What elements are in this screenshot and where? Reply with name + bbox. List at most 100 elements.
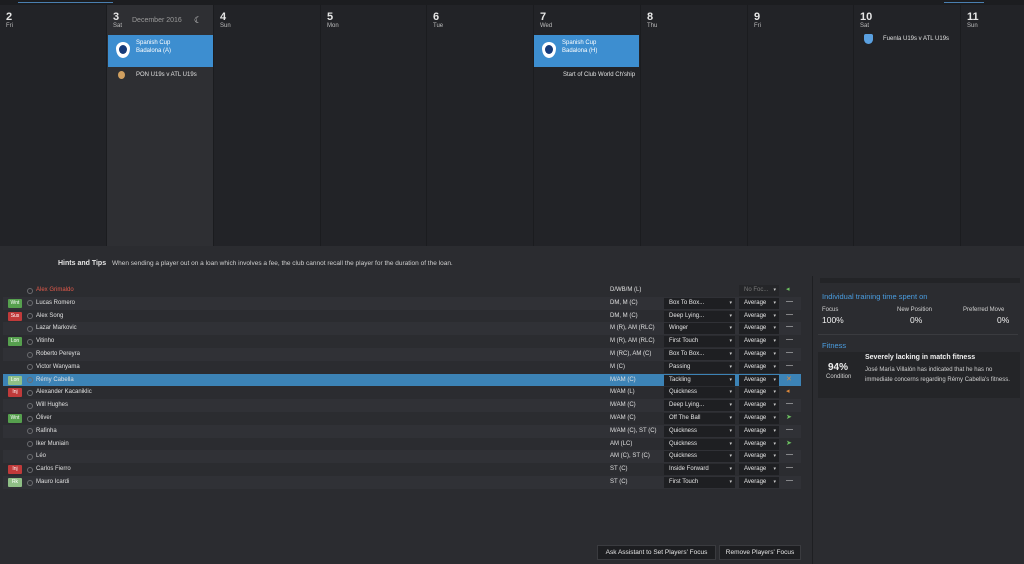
intensity-dropdown[interactable]: No Foc... ▾ <box>739 285 779 296</box>
remove-focus-button[interactable]: Remove Players' Focus <box>719 545 801 560</box>
table-row[interactable]: Wnt Lucas Romero DM, M (C) Box To Box...… <box>3 296 801 310</box>
player-name[interactable]: Lazar Markovic <box>36 325 77 331</box>
table-row[interactable]: Inj Alexander Kacaniklic M/AM (L) Quickn… <box>3 386 801 399</box>
focus-dropdown[interactable]: Passing ▾ <box>664 361 735 373</box>
player-name[interactable]: Alex Song <box>36 313 63 319</box>
ask-assistant-focus-button[interactable]: Ask Assistant to Set Players' Focus <box>597 545 716 560</box>
day-weekday: Mon <box>327 23 339 29</box>
table-row[interactable]: Sus Alex Song DM, M (C) Deep Lying... ▾ A… <box>3 310 801 323</box>
focus-dropdown[interactable]: Tackling ▾ <box>664 374 735 386</box>
intensity-dropdown[interactable]: Average ▾ <box>739 297 779 309</box>
focus-dropdown[interactable]: First Touch ▾ <box>664 477 735 488</box>
intensity-dropdown[interactable]: Average ▾ <box>739 336 779 348</box>
player-name[interactable]: Vitinho <box>36 338 54 344</box>
day-column-2[interactable]: 2 Fri <box>0 5 107 246</box>
month-label: December 2016 <box>132 17 182 24</box>
intensity-dropdown[interactable]: Average ▾ <box>739 323 779 335</box>
player-name[interactable]: Victor Wanyama <box>36 364 80 370</box>
table-row[interactable]: Lazar Markovic M (R), AM (RLC) Winger ▾ A… <box>3 322 801 336</box>
player-name[interactable]: Carlos Fierro <box>36 466 71 472</box>
intensity-dropdown[interactable]: Average ▾ <box>739 451 779 463</box>
event-opponent: Badalona (A) <box>136 48 172 54</box>
player-name[interactable]: Will Hughes <box>36 402 68 408</box>
day-column-4[interactable]: 4 Sun <box>214 5 321 246</box>
focus-dropdown[interactable]: First Touch ▾ <box>664 336 735 348</box>
chevron-down-icon: ▾ <box>729 427 732 434</box>
rating-arrow-icon: ◂ <box>786 286 790 293</box>
hints-text: When sending a player out on a loan whic… <box>112 260 453 267</box>
intensity-dropdown[interactable]: Average ▾ <box>739 464 779 476</box>
day-weekday: Wed <box>540 23 553 29</box>
player-name[interactable]: Lucas Romero <box>36 300 75 306</box>
day-column-11[interactable]: 11 Sun <box>961 5 1024 246</box>
chevron-down-icon: ▾ <box>729 338 732 345</box>
intensity-dropdown[interactable]: Average ▾ <box>739 387 779 399</box>
focus-value: Quickness <box>669 440 698 447</box>
player-status-icon <box>27 313 33 320</box>
intensity-dropdown[interactable]: Average ▾ <box>739 349 779 360</box>
table-row[interactable]: Rk Mauro Icardi ST (C) First Touch ▾ Aver… <box>3 476 801 489</box>
focus-dropdown[interactable]: Deep Lying... ▾ <box>664 310 735 322</box>
intensity-dropdown[interactable]: Average ▾ <box>739 374 779 386</box>
player-name[interactable]: Rafinha <box>36 428 57 434</box>
focus-dropdown[interactable]: Inside Forward ▾ <box>664 464 735 476</box>
focus-dropdown[interactable]: Box To Box... ▾ <box>664 349 735 360</box>
cup-match-event[interactable]: Spanish Cup Badalona (H) <box>534 35 639 67</box>
intensity-dropdown[interactable]: Average ▾ <box>739 438 779 450</box>
table-row[interactable]: Inj Carlos Fierro ST (C) Inside Forward ▾… <box>3 463 801 476</box>
table-row[interactable]: Will Hughes M/AM (C) Deep Lying... ▾ Aver… <box>3 399 801 412</box>
youth-match-event[interactable]: PON U19s v ATL U19s <box>136 72 197 78</box>
cup-match-event[interactable]: Spanish Cup Badalona (A) <box>108 35 213 67</box>
focus-dropdown[interactable]: Quickness ▾ <box>664 387 735 399</box>
youth-match-event[interactable]: Fuenla U19s v ATL U19s <box>883 36 949 42</box>
chevron-down-icon: ▾ <box>773 312 776 319</box>
day-column-5[interactable]: 5 Mon <box>321 5 427 246</box>
table-row[interactable]: Iker Muniain AM (LC) Quickness ▾ Average ▾… <box>3 438 801 451</box>
competition-start-note: Start of Club World Ch'ship <box>563 72 636 78</box>
table-row[interactable]: Roberto Pereyra M (RC), AM (C) Box To Bo… <box>3 348 801 361</box>
focus-dropdown[interactable]: Quickness ▾ <box>664 425 735 437</box>
table-row[interactable]: Wnt Óliver M/AM (C) Off The Ball ▾ Averag… <box>3 412 801 425</box>
intensity-value: Average <box>744 325 767 332</box>
intensity-dropdown[interactable]: Average ▾ <box>739 310 779 322</box>
player-name[interactable]: Iker Muniain <box>36 441 69 447</box>
day-column-9[interactable]: 9 Fri <box>748 5 854 246</box>
player-name[interactable]: Mauro Icardi <box>36 479 69 485</box>
hints-title: Hints and Tips <box>58 260 107 267</box>
table-row[interactable]: Lon Vitinho M (R), AM (RLC) First Touch ▾… <box>3 335 801 348</box>
shield-icon <box>864 34 873 44</box>
focus-dropdown[interactable]: Quickness ▾ <box>664 438 735 450</box>
player-name[interactable]: Alexander Kacaniklic <box>36 389 92 395</box>
day-column-6[interactable]: 6 Tue <box>427 5 534 246</box>
intensity-dropdown[interactable]: Average ▾ <box>739 361 779 373</box>
table-row[interactable]: Rafinha M/AM (C), ST (C) Quickness ▾ Aver… <box>3 424 801 438</box>
player-name[interactable]: Rémy Cabella <box>36 377 74 383</box>
player-name[interactable]: Óliver <box>36 415 52 421</box>
intensity-dropdown[interactable]: Average ▾ <box>739 413 779 424</box>
fitness-title: Fitness <box>822 341 847 350</box>
focus-dropdown[interactable]: Winger ▾ <box>664 323 735 335</box>
focus-dropdown[interactable]: Quickness ▾ <box>664 451 735 463</box>
player-name[interactable]: Léo <box>36 453 46 459</box>
focus-dropdown[interactable]: Off The Ball ▾ <box>664 413 735 424</box>
focus-value: Box To Box... <box>669 299 705 306</box>
table-row-selected[interactable]: Lon Rémy Cabella M/AM (C) Tackling ▾ Aver… <box>3 373 801 387</box>
table-row[interactable]: Victor Wanyama M (C) Passing ▾ Average ▾ — <box>3 361 801 374</box>
focus-dropdown[interactable]: Deep Lying... ▾ <box>664 400 735 412</box>
dash-icon: — <box>786 464 793 472</box>
intensity-dropdown[interactable]: Average ▾ <box>739 425 779 437</box>
focus-dropdown[interactable]: Box To Box... ▾ <box>664 297 735 309</box>
player-position: M (RC), AM (C) <box>610 351 652 357</box>
day-number: 7 <box>540 11 547 23</box>
player-name[interactable]: Roberto Pereyra <box>36 351 80 357</box>
chevron-down-icon: ▾ <box>773 402 776 409</box>
intensity-dropdown[interactable]: Average ▾ <box>739 477 779 488</box>
day-column-8[interactable]: 8 Thu <box>641 5 748 246</box>
status-badge: Inj <box>8 388 22 398</box>
table-row[interactable]: Alex Grimaldo D/WB/M (L) No Foc... ▾ ◂ <box>3 284 801 297</box>
intensity-dropdown[interactable]: Average ▾ <box>739 400 779 412</box>
player-name[interactable]: Alex Grimaldo <box>36 287 74 293</box>
table-row[interactable]: Léo AM (C), ST (C) Quickness ▾ Average ▾ — <box>3 450 801 464</box>
chevron-down-icon: ▾ <box>773 453 776 460</box>
player-status-icon <box>27 453 33 460</box>
